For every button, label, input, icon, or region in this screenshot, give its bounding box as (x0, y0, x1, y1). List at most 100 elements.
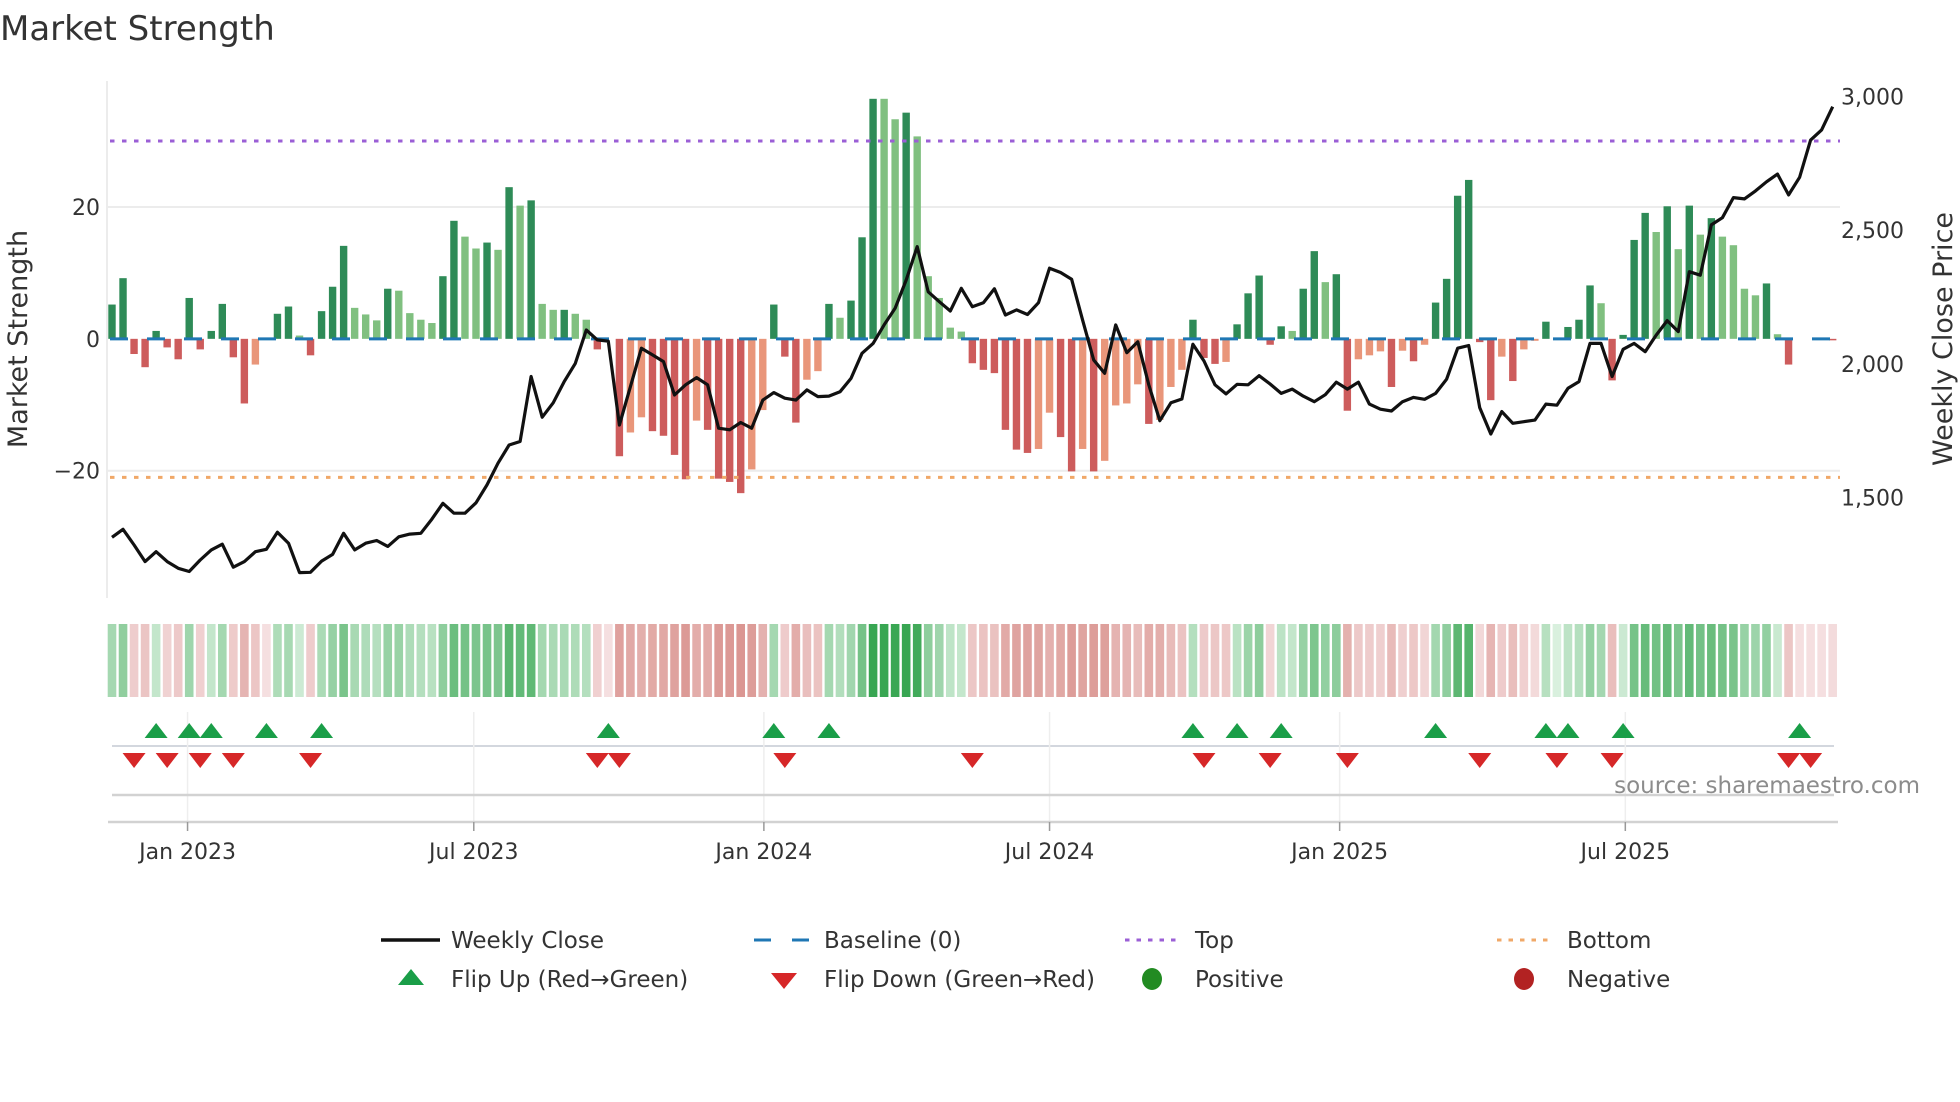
legend-label: Flip Down (Green→Red) (824, 967, 1095, 993)
strength-bar (659, 338, 668, 436)
flip-down-marker (299, 753, 323, 768)
legend-item-bottom: Bottom (1497, 928, 1651, 954)
strength-bar (990, 338, 999, 374)
strip-cell (1177, 624, 1187, 697)
strip-cell (1232, 624, 1242, 697)
strength-bar (1354, 338, 1363, 360)
strip-cell (339, 624, 348, 697)
y2-tick-label: 3,000 (1841, 86, 1904, 111)
flip-down-marker (585, 753, 609, 768)
strip-cell (350, 624, 359, 697)
strip-cell (1497, 624, 1507, 697)
strength-bar (1233, 324, 1241, 339)
strip-cell (1365, 624, 1374, 697)
strength-bar (494, 249, 502, 339)
strip-cell (1144, 624, 1154, 697)
flip-up-marker (199, 723, 223, 738)
flip-down-marker (1468, 753, 1492, 768)
legend-label: Top (1194, 928, 1234, 954)
flip-down-marker (122, 753, 146, 768)
strip-cell (1265, 624, 1275, 697)
source-note: source: sharemaestro.com (1614, 773, 1920, 799)
strength-bar (1387, 338, 1396, 387)
strip-cell (681, 624, 690, 697)
strip-cell (1817, 624, 1826, 697)
legend-item-negative: Negative (1514, 967, 1670, 993)
strength-bar (450, 220, 458, 339)
strip-cell (1574, 624, 1584, 697)
strip-cell (328, 624, 337, 697)
strip-cell (1012, 624, 1021, 697)
flip-down-marker (221, 753, 245, 768)
strip-cell (1045, 624, 1054, 697)
x-tick-label: Jul 2023 (427, 840, 519, 865)
y-tick-label: 0 (86, 328, 100, 353)
strength-bar (108, 304, 116, 339)
strip-cell (162, 624, 172, 697)
strength-bar (483, 242, 491, 339)
strip-cell (1607, 624, 1617, 697)
strip-cell (692, 624, 701, 697)
strip-cell (703, 624, 712, 697)
strip-cell (107, 624, 117, 697)
legend-item-positive: Positive (1142, 967, 1284, 993)
strip-cell (273, 624, 282, 697)
strip-cell (1596, 624, 1606, 697)
strength-bar (748, 338, 756, 470)
flip-up-marker (310, 723, 334, 738)
strength-bar (527, 200, 535, 339)
strength-bar (141, 338, 149, 368)
strip-cell (1729, 624, 1738, 697)
strength-bar (185, 297, 193, 339)
strip-cell (1001, 624, 1010, 697)
strip-cell (1287, 624, 1297, 697)
strip-cell (1541, 624, 1551, 697)
strength-bar (792, 338, 800, 423)
y2-tick-label: 2,000 (1841, 353, 1904, 378)
strip-cell (581, 624, 591, 697)
strip-cell (1078, 624, 1087, 697)
strip-cell (1023, 624, 1032, 697)
strength-bar (737, 338, 745, 494)
strip-cell (449, 624, 459, 697)
main-plot: 20 0 −20 3,000 2,500 2,000 1,500 (54, 81, 1904, 598)
strip-cell (1276, 624, 1286, 697)
strip-cell (1067, 624, 1076, 697)
strip-cell (1343, 624, 1352, 697)
strip-cell (1464, 624, 1473, 697)
strength-bar (207, 330, 215, 339)
strip-cell (184, 624, 194, 697)
strip-cell (990, 624, 999, 697)
strip-cell (1673, 624, 1683, 697)
strength-bar (328, 286, 337, 339)
strength-bar (979, 338, 988, 370)
strength-bar (1365, 338, 1374, 356)
x-tick-label: Jul 2025 (1579, 840, 1671, 865)
strip-cell (1618, 624, 1628, 697)
strip-cell (901, 624, 911, 697)
strip-cell (1718, 624, 1727, 697)
strip-cell (251, 624, 260, 697)
strength-bar (317, 311, 326, 339)
flip-up-marker (1611, 723, 1635, 738)
flip-down-marker (1545, 753, 1569, 768)
strip-cell (1354, 624, 1363, 697)
strength-bar (571, 313, 579, 339)
strip-cell (1431, 624, 1440, 697)
strength-bar (968, 338, 977, 364)
strength-bar (847, 300, 855, 339)
strip-cell (1309, 624, 1319, 697)
strength-bar (1729, 245, 1738, 339)
strength-bar (1112, 338, 1120, 406)
strip-cell (240, 624, 249, 697)
strength-bar (218, 303, 226, 339)
strength-bar (1619, 334, 1627, 339)
strip-cell (1100, 624, 1109, 697)
strength-bar (1067, 338, 1076, 472)
strip-cell (284, 624, 293, 697)
flip-up-marker (1269, 723, 1293, 738)
legend: Weekly Close Baseline (0) Top Bottom Flip Up… (381, 928, 1670, 993)
strength-bar (1211, 338, 1219, 364)
strip-cell (206, 624, 216, 697)
strength-bar (538, 303, 546, 339)
